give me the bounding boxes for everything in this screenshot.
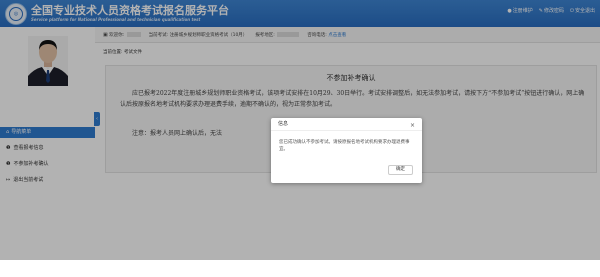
page: ◎ 全国专业技术人员资格考试报名服务平台 Service platform fo… <box>0 0 600 277</box>
dialog-message: 您已成功确认不参加考试。请按原报名地考试机构要求办理退费事宜。 <box>279 140 410 152</box>
dialog-title: 信息 <box>278 121 289 127</box>
close-icon[interactable]: × <box>410 119 415 132</box>
dialog-header: 信息 <box>271 118 422 131</box>
info-dialog: 信息 × 您已成功确认不参加考试。请按原报名地考试机构要求办理退费事宜。 确定 <box>271 118 422 183</box>
page-footer <box>0 260 600 277</box>
confirm-button[interactable]: 确定 <box>388 165 413 175</box>
